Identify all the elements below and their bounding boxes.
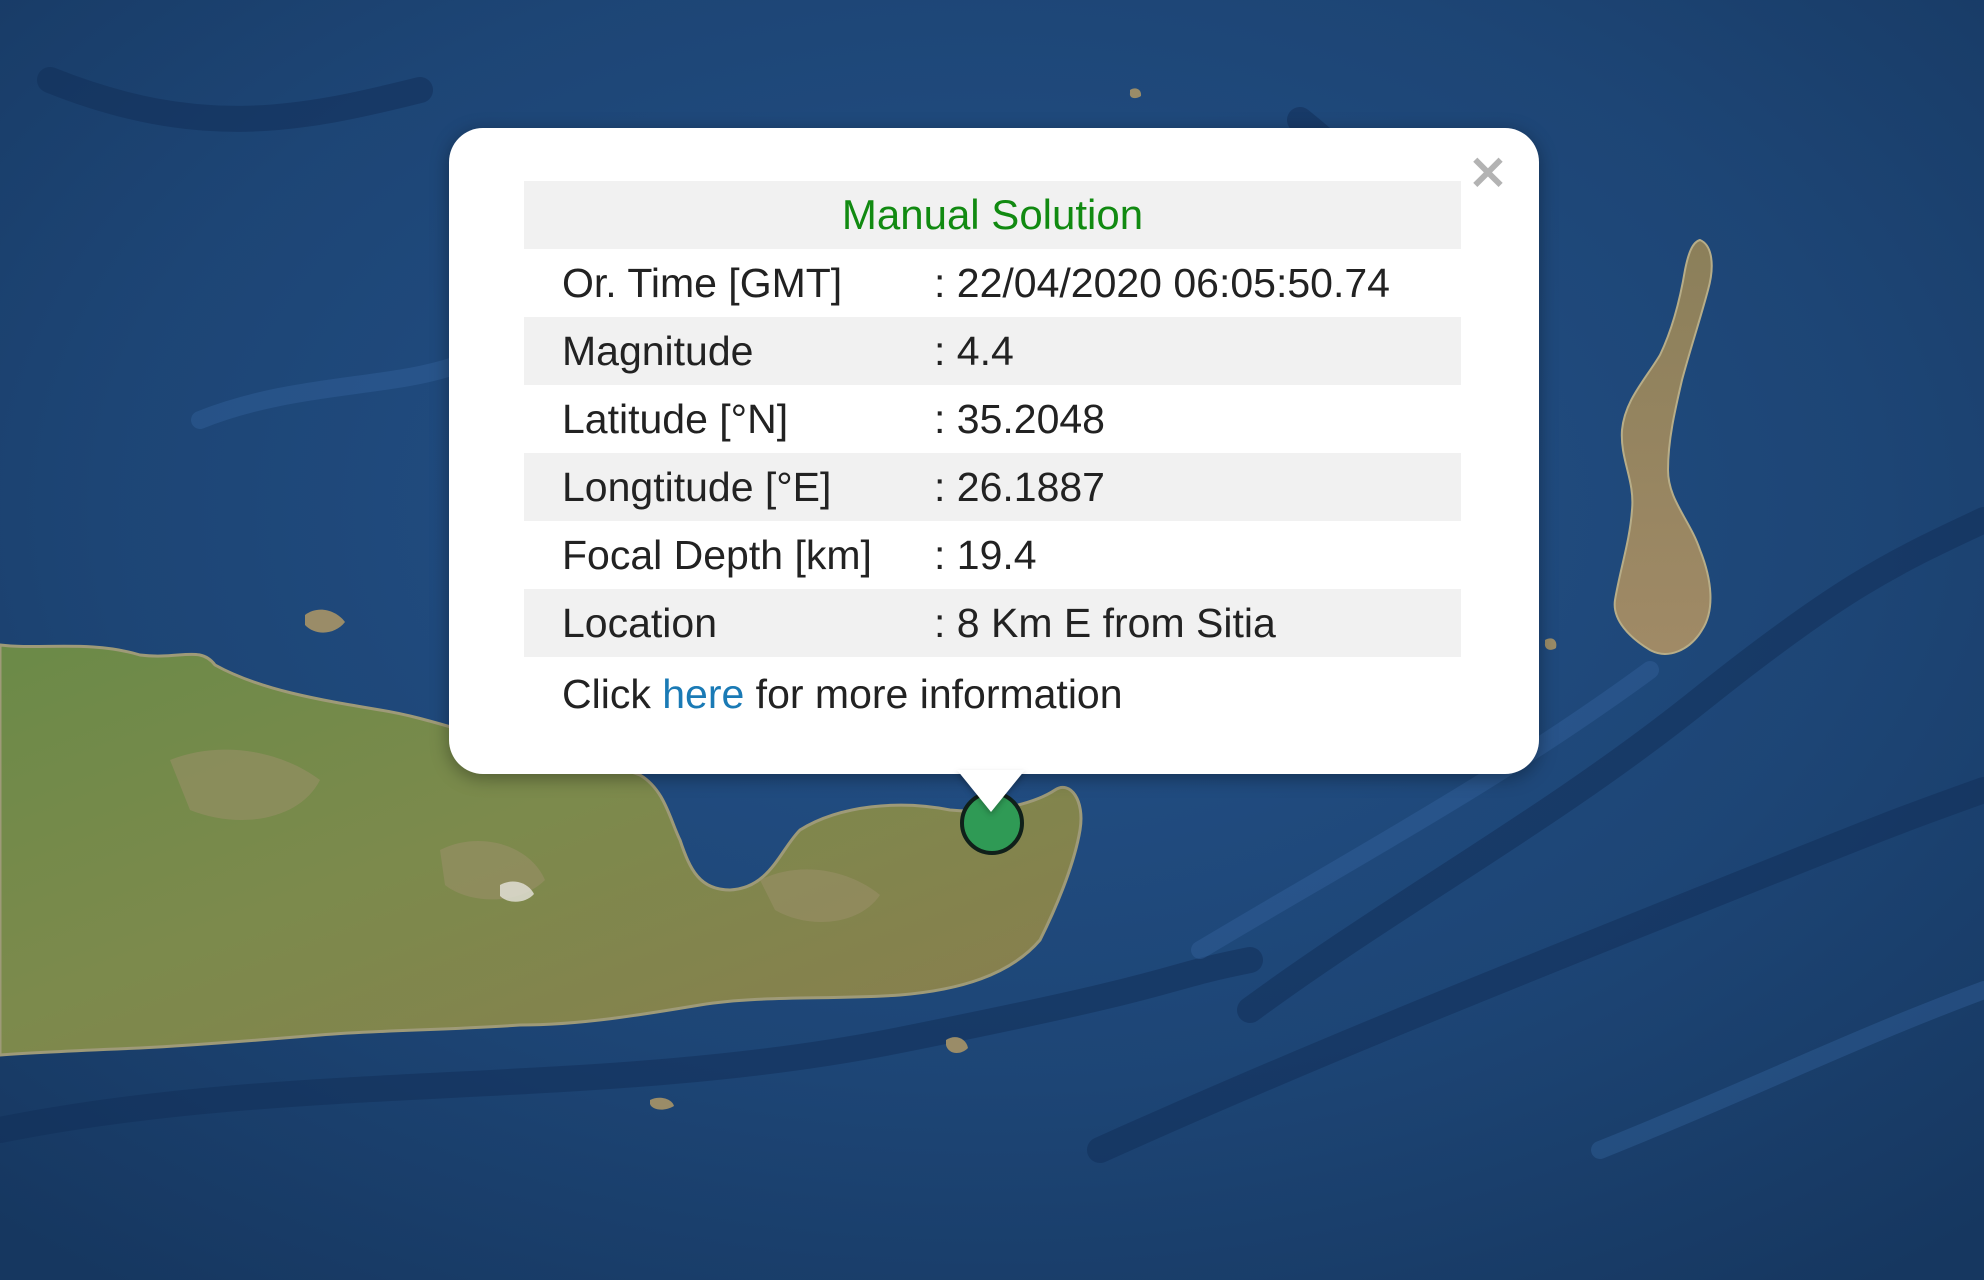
more-info-line: Click here for more information: [562, 660, 1123, 728]
title-row: Manual Solution: [524, 181, 1461, 249]
location-label: Location: [524, 589, 934, 657]
table-row: Latitude [°N] : 35.2048: [524, 385, 1461, 453]
more-info-prefix: Click: [562, 671, 663, 717]
more-info-suffix: for more information: [744, 671, 1123, 717]
latitude-value: : 35.2048: [934, 395, 1105, 442]
magnitude-value: : 4.4: [934, 317, 1461, 385]
popup-title: Manual Solution: [524, 181, 1461, 249]
popup-tip: [957, 770, 1025, 812]
latitude-label: Latitude [°N]: [562, 395, 789, 442]
table-row: Magnitude : 4.4: [524, 317, 1461, 385]
close-icon[interactable]: ×: [1465, 146, 1511, 196]
table-row: Focal Depth [km] : 19.4: [524, 521, 1461, 589]
focal-depth-label: Focal Depth [km]: [562, 531, 872, 578]
table-row: Longtitude [°E] : 26.1887: [524, 453, 1461, 521]
table-row: Or. Time [GMT] : 22/04/2020 06:05:50.74: [524, 249, 1461, 317]
origin-time-label: Or. Time [GMT]: [562, 259, 843, 306]
longitude-label: Longtitude [°E]: [524, 453, 934, 521]
longitude-value: : 26.1887: [934, 453, 1461, 521]
table-row: Location : 8 Km E from Sitia: [524, 589, 1461, 657]
focal-depth-value: : 19.4: [934, 531, 1037, 578]
more-info-link[interactable]: here: [662, 671, 744, 717]
earthquake-info-popup: × Manual Solution Or. Time [GMT] : 22/04…: [449, 128, 1539, 774]
location-value: : 8 Km E from Sitia: [934, 589, 1461, 657]
magnitude-label: Magnitude: [524, 317, 934, 385]
origin-time-value: : 22/04/2020 06:05:50.74: [934, 259, 1390, 306]
earthquake-info-table: Manual Solution Or. Time [GMT] : 22/04/2…: [524, 181, 1461, 657]
